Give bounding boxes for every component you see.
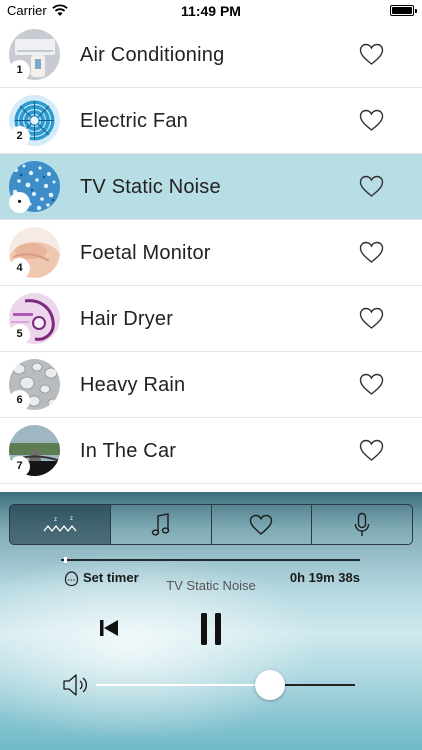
heart-icon: [250, 514, 273, 535]
sound-row[interactable]: • TV Static Noise: [0, 154, 422, 220]
volume-knob[interactable]: [254, 670, 285, 700]
sound-row[interactable]: 4 Foetal Monitor: [0, 220, 422, 286]
pause-button[interactable]: [200, 613, 222, 645]
favorite-heart-icon[interactable]: [359, 109, 384, 132]
progress-knob[interactable]: [63, 557, 67, 563]
track-number-badge: 5: [9, 324, 30, 345]
sound-row[interactable]: 1 Air Conditioning: [0, 22, 422, 88]
tab-music[interactable]: [111, 505, 212, 544]
volume-slider[interactable]: [96, 670, 355, 700]
svg-text:z: z: [70, 516, 73, 522]
sound-label: Air Conditioning: [80, 44, 225, 66]
favorite-heart-icon[interactable]: [359, 439, 384, 462]
track-number-badge: 6: [9, 390, 30, 411]
sound-row[interactable]: 5 Hair Dryer: [0, 286, 422, 352]
track-number-badge: 4: [9, 258, 30, 279]
sound-label: Heavy Rain: [80, 374, 186, 396]
sound-row[interactable]: 6 Heavy Rain: [0, 352, 422, 418]
volume-fill: [96, 684, 270, 686]
previous-track-button[interactable]: [97, 616, 121, 640]
sound-label: Electric Fan: [80, 110, 188, 132]
music-note-icon: [151, 512, 169, 536]
sound-label: In The Car: [80, 440, 177, 462]
volume-icon: [63, 674, 87, 696]
tab-recorder[interactable]: [312, 505, 412, 544]
player-panel: z z Set timer TV Static Noise 0h 19m 38s: [0, 492, 422, 750]
sound-list: 1 Air Conditioning 2 Electric Fan • TV S…: [0, 22, 422, 484]
sound-label: Hair Dryer: [80, 308, 174, 330]
track-number-badge: 1: [9, 60, 30, 81]
track-number-badge: 7: [9, 456, 30, 477]
player-tabs: z z: [9, 504, 413, 545]
sound-label: TV Static Noise: [80, 176, 221, 198]
favorite-heart-icon[interactable]: [359, 241, 384, 264]
favorite-heart-icon[interactable]: [359, 373, 384, 396]
track-number-badge: 2: [9, 126, 30, 147]
battery-icon: [390, 5, 417, 16]
favorite-heart-icon[interactable]: [359, 43, 384, 66]
status-bar: Carrier 11:49 PM: [0, 0, 422, 22]
clock: 11:49 PM: [181, 3, 241, 19]
sound-row[interactable]: 2 Electric Fan: [0, 88, 422, 154]
favorite-heart-icon[interactable]: [359, 307, 384, 330]
sound-row[interactable]: 7 In The Car: [0, 418, 422, 484]
time-remaining: 0h 19m 38s: [289, 570, 360, 585]
sound-label: Foetal Monitor: [80, 242, 211, 264]
microphone-icon: [354, 512, 370, 536]
tab-sleep-waves[interactable]: z z: [10, 505, 111, 544]
tab-favorites[interactable]: [212, 505, 313, 544]
track-number-badge: •: [9, 192, 30, 213]
favorite-heart-icon[interactable]: [359, 175, 384, 198]
sleep-waves-icon: z z: [43, 516, 77, 532]
svg-text:z: z: [54, 517, 57, 523]
playback-progress[interactable]: [61, 557, 360, 563]
